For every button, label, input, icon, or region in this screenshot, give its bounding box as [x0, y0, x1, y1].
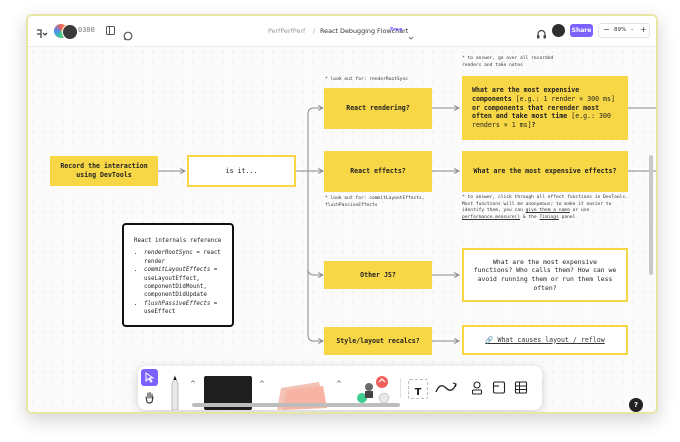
- note-go-over-renders: * to answer, go over all recorded render…: [462, 56, 554, 68]
- reference-item: renderRootSync = react render: [144, 249, 224, 266]
- zoom-in-button[interactable]: +: [640, 25, 647, 34]
- comment-icon[interactable]: [123, 26, 133, 45]
- chevron-down-icon[interactable]: [408, 26, 414, 45]
- node-layout-reflow-link[interactable]: 🔗 What causes layout / reflow: [462, 325, 628, 355]
- help-button[interactable]: ?: [629, 398, 643, 412]
- headphones-icon[interactable]: [536, 25, 547, 44]
- chevron-up-icon[interactable]: ^: [190, 380, 196, 388]
- layout-icon[interactable]: [106, 26, 115, 35]
- breadcrumb-separator: /: [313, 27, 316, 35]
- reference-title: React internals reference: [134, 238, 222, 244]
- horizontal-scrollbar[interactable]: [192, 403, 400, 407]
- note-render-lookout: * look out for: renderRootSync: [325, 77, 408, 82]
- zoom-level[interactable]: 89%: [614, 27, 626, 33]
- performance-measure-link[interactable]: performance.measure(): [462, 215, 520, 220]
- layout-reflow-link[interactable]: 🔗 What causes layout / reflow: [485, 336, 604, 345]
- vertical-scrollbar[interactable]: [649, 155, 653, 275]
- react-internals-reference[interactable]: React internals reference renderRootSync…: [122, 223, 234, 327]
- whiteboard-canvas[interactable]: Record the interaction using DevTools is…: [28, 47, 656, 412]
- pointer-tool[interactable]: [141, 369, 158, 386]
- node-other-js[interactable]: Other JS?: [324, 261, 432, 289]
- node-expensive-effects[interactable]: What are the most expensive effects?: [462, 151, 628, 192]
- section-tool[interactable]: [492, 380, 506, 399]
- stamp-tool[interactable]: [348, 372, 392, 406]
- share-button[interactable]: Share: [570, 24, 593, 37]
- avatar[interactable]: [62, 24, 78, 40]
- timings-link[interactable]: Timings: [539, 215, 558, 220]
- node-react-rendering[interactable]: React rendering?: [324, 88, 432, 129]
- node-record-interaction[interactable]: Record the interaction using DevTools: [50, 156, 158, 186]
- node-expensive-components[interactable]: What are the most expensive components […: [462, 76, 628, 140]
- text-tool[interactable]: T: [408, 379, 428, 399]
- note-effects-lookout: * look out for: commitLayoutEffects, flu…: [325, 196, 425, 208]
- divider: [400, 378, 401, 398]
- avatar[interactable]: [552, 24, 565, 37]
- plan-badge: Free: [390, 27, 403, 33]
- table-tool[interactable]: [514, 380, 528, 399]
- marker-tool[interactable]: [168, 372, 182, 411]
- node-react-effects[interactable]: React effects?: [324, 151, 432, 192]
- reference-list: renderRootSync = react render commitLayo…: [134, 249, 224, 316]
- reference-item: flushPassiveEffects = useEffect: [144, 300, 224, 317]
- zoom-out-button[interactable]: −: [603, 25, 610, 34]
- chevron-up-icon[interactable]: ^: [259, 380, 265, 388]
- give-name-link[interactable]: give them a name: [526, 208, 570, 213]
- app-window: 0300 PerfPerfPerf / React Debugging Flow…: [26, 14, 658, 414]
- connector-tool[interactable]: [434, 379, 460, 397]
- node-is-it[interactable]: is it...: [187, 155, 296, 187]
- chevron-down-icon[interactable]: ⌄: [630, 26, 634, 32]
- hand-tool[interactable]: [141, 389, 158, 406]
- timer-counter: 0300: [78, 26, 95, 34]
- breadcrumb-project[interactable]: PerfPerfPerf: [268, 27, 305, 35]
- expensive-components-text: What are the most expensive components […: [472, 85, 615, 130]
- person-tool[interactable]: [470, 380, 484, 400]
- main-menu-icon[interactable]: [34, 25, 48, 38]
- node-expensive-functions[interactable]: What are the most expensive functions? W…: [462, 248, 628, 302]
- zoom-control: − 89% ⌄ +: [598, 23, 650, 38]
- top-toolbar: 0300 PerfPerfPerf / React Debugging Flow…: [28, 16, 656, 47]
- chevron-up-icon[interactable]: ^: [336, 380, 342, 388]
- reference-item: commitLayoutEffects = useLayoutEffect, c…: [144, 266, 224, 300]
- node-style-layout[interactable]: Style/layout recalcs?: [324, 327, 432, 355]
- note-effects-answer: * to answer, click through all effect fu…: [462, 195, 628, 220]
